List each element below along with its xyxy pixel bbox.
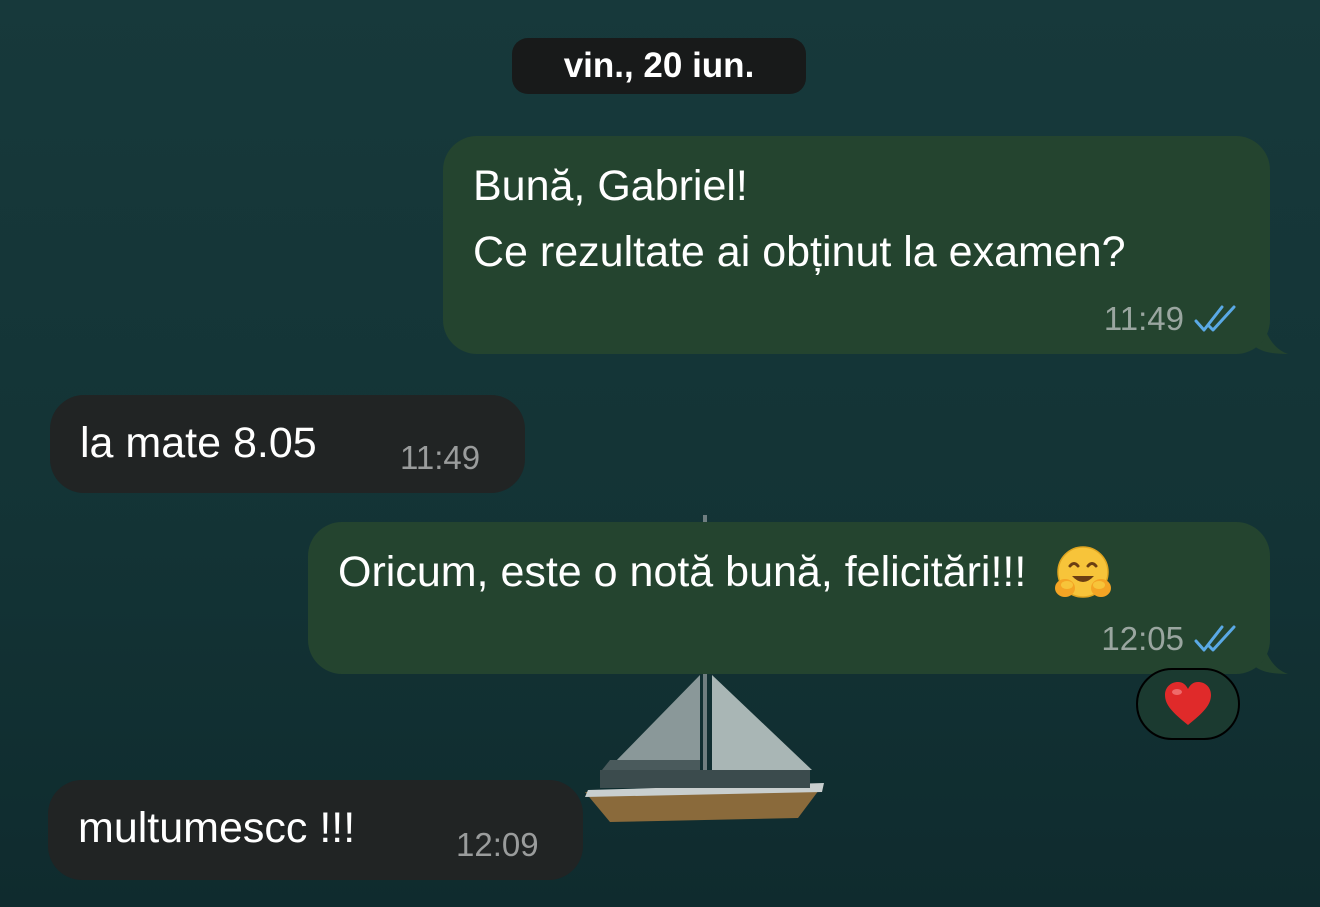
message-text-line: Bună, Gabriel! xyxy=(473,162,748,210)
message-reaction[interactable] xyxy=(1136,668,1240,740)
message-time: 12:09 xyxy=(456,826,539,863)
outgoing-message-bubble[interactable]: Bună, Gabriel! Ce rezultate ai obținut l… xyxy=(443,136,1270,354)
outgoing-message-bubble[interactable]: Oricum, este o notă bună, felicitări!!! … xyxy=(308,522,1270,674)
double-check-read-icon xyxy=(1194,305,1236,332)
hugging-face-emoji-icon xyxy=(1055,545,1112,598)
message-text: la mate 8.05 xyxy=(80,419,317,467)
incoming-message-bubble[interactable]: la mate 8.05 11:49 xyxy=(50,395,525,493)
date-separator: vin., 20 iun. xyxy=(512,38,806,94)
date-separator-label: vin., 20 iun. xyxy=(563,46,755,85)
message-text-line: Ce rezultate ai obținut la examen? xyxy=(473,228,1126,276)
message-text: Oricum, este o notă bună, felicitări!!! xyxy=(338,540,1114,606)
message-time: 11:49 xyxy=(1103,300,1184,337)
incoming-message-bubble[interactable]: multumescc !!! 12:09 xyxy=(48,780,583,880)
double-check-read-icon xyxy=(1194,625,1236,652)
message-meta: 11:49 xyxy=(1104,300,1240,338)
message-meta: 12:09 xyxy=(456,826,539,864)
message-text: multumescc !!! xyxy=(78,804,356,852)
message-time: 11:49 xyxy=(400,439,481,476)
message-time: 12:05 xyxy=(1101,620,1184,657)
message-meta: 12:05 xyxy=(1101,620,1240,658)
message-text-content: Oricum, este o notă bună, felicitări!!! xyxy=(338,548,1027,596)
red-heart-icon xyxy=(1165,682,1211,725)
message-meta: 11:49 xyxy=(400,439,480,477)
